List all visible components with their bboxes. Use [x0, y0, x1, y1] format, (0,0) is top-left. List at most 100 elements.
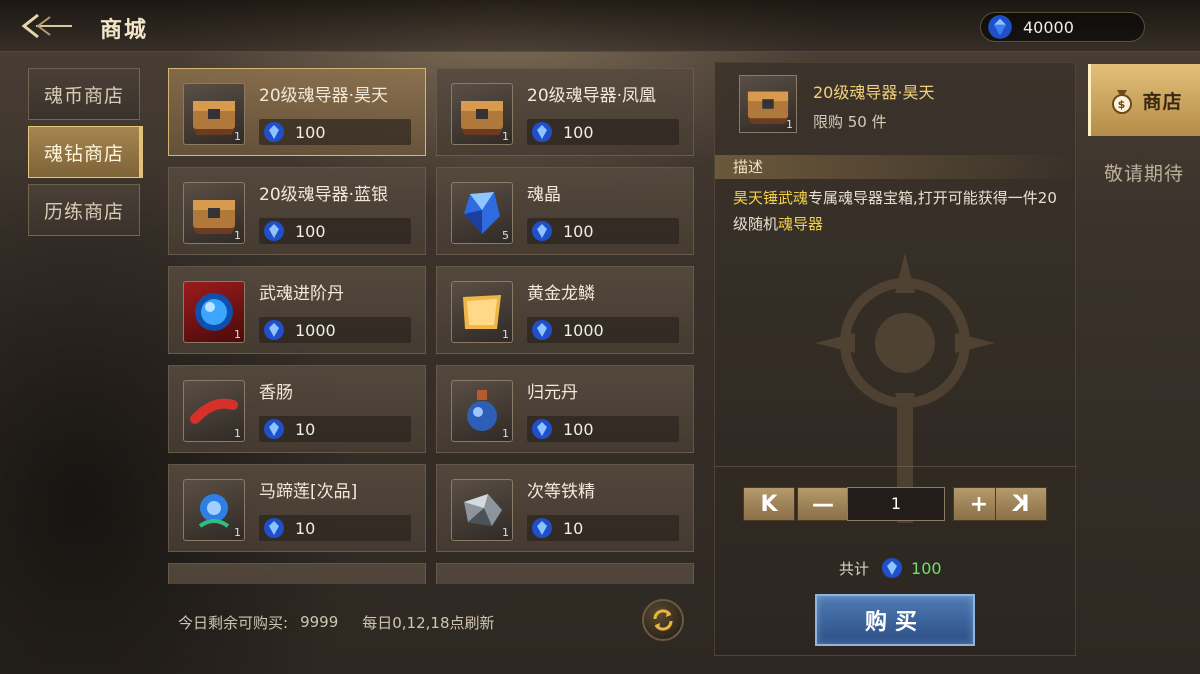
- shop-category-tabs: 魂币商店 魂钻商店 历练商店: [28, 68, 146, 242]
- chest-icon: 1: [739, 75, 797, 133]
- shop-item[interactable]: 1 武魂进阶丹 1000: [168, 266, 426, 354]
- item-price: 1000: [563, 320, 604, 340]
- price-bar: 100: [259, 119, 411, 145]
- soul-diamond-icon: [882, 558, 903, 578]
- price-bar: 100: [527, 218, 679, 244]
- soul-diamond-icon: [264, 122, 284, 142]
- remaining-label: 今日剩余可购买:: [178, 613, 289, 632]
- scroll-icon: 1: [451, 281, 513, 343]
- tab-shop-label: 商店: [1142, 90, 1183, 113]
- sausage-icon: 1: [183, 380, 245, 442]
- iron-ore-icon: 1: [451, 479, 513, 541]
- shop-item[interactable]: 1 20级魂导器·昊天 100: [168, 68, 426, 156]
- max-quantity-button[interactable]: K: [995, 487, 1047, 521]
- item-count: 1: [786, 118, 793, 131]
- item-count: 1: [234, 328, 241, 341]
- refresh-button[interactable]: [642, 599, 684, 641]
- shop-item-partial[interactable]: [436, 563, 694, 584]
- shop-item[interactable]: 1 次等铁精 10: [436, 464, 694, 552]
- back-button[interactable]: [14, 6, 76, 46]
- chest-icon: 1: [451, 83, 513, 145]
- soul-diamond-icon: [532, 221, 552, 241]
- item-description: 昊天锤武魂专属魂导器宝箱,打开可能获得一件20级随机魂导器: [733, 185, 1063, 237]
- shop-item[interactable]: 1 黄金龙鳞 1000: [436, 266, 694, 354]
- crystal-icon: 5: [451, 182, 513, 244]
- soul-diamond-icon: [532, 419, 552, 439]
- soul-diamond-icon: [264, 518, 284, 538]
- item-name: 20级魂导器·凤凰: [527, 86, 657, 106]
- item-name: 黄金龙鳞: [527, 284, 595, 304]
- min-quantity-button[interactable]: K: [743, 487, 795, 521]
- item-count: 1: [234, 526, 241, 539]
- soul-diamond-icon: [988, 15, 1012, 39]
- potion-icon: 1: [451, 380, 513, 442]
- item-count: 1: [502, 526, 509, 539]
- shop-item[interactable]: 5 魂晶 100: [436, 167, 694, 255]
- item-price: 1000: [295, 320, 336, 340]
- highlight-text: 昊天锤武魂: [733, 189, 809, 207]
- quantity-stepper: K — 1 + K: [743, 487, 1053, 521]
- item-count: 1: [502, 427, 509, 440]
- item-price: 10: [563, 518, 584, 538]
- item-name: 魂晶: [527, 185, 561, 205]
- price-bar: 10: [259, 416, 411, 442]
- tab-shop[interactable]: $ 商店: [1088, 64, 1200, 136]
- price-bar: 1000: [259, 317, 411, 343]
- item-count: 1: [502, 130, 509, 143]
- item-name: 次等铁精: [527, 482, 595, 502]
- refresh-note: 每日0,12,18点刷新: [362, 613, 495, 632]
- price-bar: 1000: [527, 317, 679, 343]
- item-name: 20级魂导器·蓝银: [259, 185, 389, 205]
- shop-item[interactable]: 1 20级魂导器·蓝银 100: [168, 167, 426, 255]
- remaining-value: 9999: [300, 613, 339, 631]
- item-detail-panel: 1 20级魂导器·昊天 限购 50 件 描述 昊天锤武魂专属魂导器宝箱,打开可能…: [714, 62, 1077, 656]
- item-price: 10: [295, 419, 316, 439]
- price-bar: 100: [527, 416, 679, 442]
- orb-icon: 1: [183, 281, 245, 343]
- purchase-info-bar: 今日剩余可购买: 9999 每日0,12,18点刷新: [168, 598, 698, 646]
- description-header: 描述: [715, 155, 1075, 179]
- buy-button[interactable]: 购买: [815, 594, 975, 646]
- item-name: 归元丹: [527, 383, 578, 403]
- total-cost: 共计 100: [839, 555, 942, 581]
- item-price: 100: [563, 122, 594, 142]
- soul-diamond-icon: [532, 122, 552, 142]
- price-bar: 10: [527, 515, 679, 541]
- page-title: 商城: [100, 17, 149, 43]
- item-count: 1: [502, 328, 509, 341]
- item-name: 马蹄莲[次品]: [259, 482, 358, 502]
- shop-item-partial[interactable]: [168, 563, 426, 584]
- shop-item[interactable]: 1 归元丹 100: [436, 365, 694, 453]
- refresh-icon: [653, 609, 673, 631]
- highlight-text: 魂导器: [778, 215, 824, 233]
- tab-coming-soon[interactable]: 敬请期待: [1088, 136, 1200, 208]
- item-price: 100: [563, 419, 594, 439]
- shop-item[interactable]: 1 20级魂导器·凤凰 100: [436, 68, 694, 156]
- item-name: 武魂进阶丹: [259, 284, 344, 304]
- soul-diamond-icon: [264, 419, 284, 439]
- chest-icon: 1: [183, 83, 245, 145]
- tab-training-shop[interactable]: 历练商店: [28, 184, 140, 236]
- chest-icon: 1: [183, 182, 245, 244]
- soul-diamond-icon: [532, 320, 552, 340]
- quantity-input[interactable]: 1: [847, 487, 945, 521]
- tab-soul-diamond-shop[interactable]: 魂钻商店: [28, 126, 140, 178]
- item-count: 1: [234, 427, 241, 440]
- detail-item-name: 20级魂导器·昊天: [813, 83, 935, 102]
- shop-item[interactable]: 1 马蹄莲[次品] 10: [168, 464, 426, 552]
- item-name: 20级魂导器·昊天: [259, 86, 389, 106]
- decrease-button[interactable]: —: [797, 487, 849, 521]
- item-price: 100: [295, 221, 326, 241]
- price-bar: 10: [259, 515, 411, 541]
- top-bar: 商城 40000: [0, 0, 1200, 52]
- shop-item[interactable]: 1 香肠 10: [168, 365, 426, 453]
- svg-text:$: $: [1118, 98, 1127, 111]
- tab-soul-coin-shop[interactable]: 魂币商店: [28, 68, 140, 120]
- item-count: 5: [502, 229, 509, 242]
- item-count: 1: [234, 229, 241, 242]
- total-label: 共计: [839, 559, 870, 578]
- flower-icon: 1: [183, 479, 245, 541]
- back-arrow-icon: [21, 13, 72, 39]
- item-count: 1: [234, 130, 241, 143]
- item-grid[interactable]: 1 20级魂导器·昊天 100 1 20级魂导器·凤凰 100 1 20级魂导器…: [168, 68, 696, 584]
